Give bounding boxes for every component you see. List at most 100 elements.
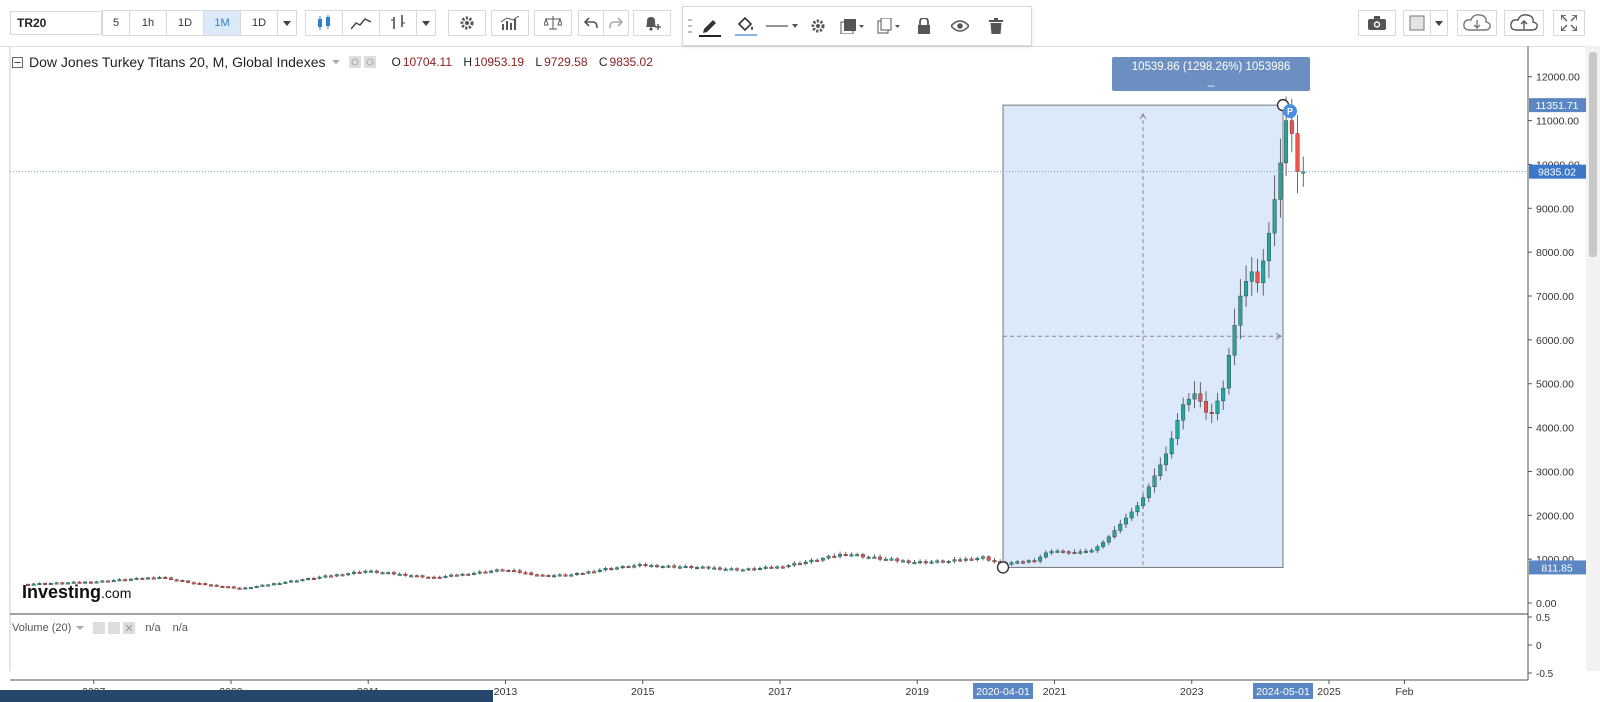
- candle[interactable]: [483, 570, 488, 574]
- candle[interactable]: [260, 584, 265, 587]
- candle[interactable]: [466, 573, 471, 576]
- candle[interactable]: [163, 575, 168, 579]
- candle[interactable]: [517, 568, 522, 574]
- candle[interactable]: [369, 569, 374, 573]
- candle[interactable]: [655, 563, 659, 568]
- candle[interactable]: [186, 580, 191, 584]
- candle[interactable]: [329, 574, 334, 578]
- candle[interactable]: [969, 556, 974, 562]
- volume-settings-icons[interactable]: [93, 621, 137, 635]
- volume-title[interactable]: Volume (20): [12, 622, 71, 634]
- candle[interactable]: [123, 578, 128, 582]
- candle[interactable]: [780, 565, 785, 569]
- candle[interactable]: [666, 564, 671, 569]
- candle[interactable]: [929, 559, 934, 565]
- candle[interactable]: [340, 573, 345, 577]
- candle[interactable]: [597, 568, 602, 573]
- candle[interactable]: [717, 565, 722, 571]
- candle[interactable]: [208, 583, 213, 587]
- candle[interactable]: [632, 563, 637, 569]
- candle[interactable]: [231, 585, 236, 589]
- candle[interactable]: [923, 559, 928, 565]
- candle[interactable]: [128, 577, 133, 581]
- chevron-down-icon[interactable]: [331, 59, 341, 65]
- candle[interactable]: [637, 562, 642, 568]
- candle[interactable]: [317, 575, 322, 580]
- candle[interactable]: [494, 568, 499, 573]
- candle[interactable]: [146, 576, 151, 580]
- candle[interactable]: [512, 568, 517, 573]
- candle[interactable]: [380, 571, 385, 575]
- candle[interactable]: [168, 576, 173, 581]
- candle[interactable]: [872, 554, 877, 559]
- candle[interactable]: [289, 579, 293, 583]
- candle[interactable]: [792, 561, 797, 567]
- candle[interactable]: [609, 566, 614, 571]
- candle[interactable]: [432, 575, 436, 579]
- candle[interactable]: [580, 572, 585, 575]
- candle[interactable]: [826, 554, 831, 560]
- candle[interactable]: [140, 577, 145, 580]
- candle[interactable]: [683, 564, 688, 569]
- candle[interactable]: [214, 584, 219, 587]
- candle[interactable]: [249, 586, 253, 590]
- candle[interactable]: [506, 569, 511, 572]
- candle[interactable]: [477, 570, 482, 575]
- candle[interactable]: [151, 576, 156, 580]
- candle[interactable]: [557, 573, 562, 577]
- candle[interactable]: [712, 565, 717, 570]
- candle[interactable]: [963, 556, 968, 563]
- chevron-down-icon[interactable]: [75, 625, 85, 631]
- candle[interactable]: [397, 572, 402, 576]
- candle[interactable]: [775, 565, 780, 570]
- candle[interactable]: [757, 566, 762, 571]
- candle[interactable]: [454, 573, 459, 577]
- candle[interactable]: [620, 565, 625, 570]
- candle[interactable]: [912, 560, 917, 565]
- price-chart[interactable]: P 12000.0011000.0010000.009000.008000.00…: [0, 0, 1600, 702]
- candle[interactable]: [283, 581, 288, 584]
- candle[interactable]: [323, 574, 328, 579]
- candle[interactable]: [197, 582, 202, 585]
- candle[interactable]: [1295, 114, 1300, 194]
- candle[interactable]: [820, 556, 825, 563]
- candle[interactable]: [958, 557, 963, 562]
- candle[interactable]: [443, 574, 448, 579]
- candle[interactable]: [981, 555, 985, 561]
- candle[interactable]: [346, 572, 351, 576]
- candle[interactable]: [660, 565, 665, 569]
- candle[interactable]: [832, 553, 837, 559]
- candle[interactable]: [975, 556, 980, 562]
- candle[interactable]: [906, 559, 911, 565]
- candle[interactable]: [311, 576, 316, 580]
- candle[interactable]: [763, 565, 768, 570]
- candle[interactable]: [586, 570, 591, 575]
- scrollbar-thumb[interactable]: [1589, 52, 1597, 257]
- candle[interactable]: [735, 567, 740, 572]
- candle[interactable]: [552, 573, 557, 578]
- candle[interactable]: [294, 579, 299, 583]
- candle[interactable]: [306, 577, 311, 581]
- candle[interactable]: [689, 564, 694, 570]
- candle[interactable]: [838, 551, 843, 559]
- candle[interactable]: [460, 573, 465, 577]
- candle[interactable]: [134, 577, 139, 581]
- candle[interactable]: [277, 582, 282, 586]
- candle[interactable]: [615, 566, 619, 571]
- candle[interactable]: [203, 582, 208, 586]
- candle[interactable]: [420, 574, 425, 579]
- candle[interactable]: [237, 587, 242, 590]
- candle[interactable]: [843, 551, 848, 557]
- candle[interactable]: [935, 559, 940, 564]
- candle[interactable]: [414, 574, 419, 578]
- candle[interactable]: [391, 570, 396, 576]
- candle[interactable]: [540, 573, 545, 577]
- collapse-icon[interactable]: [12, 56, 23, 68]
- candle[interactable]: [992, 557, 997, 564]
- candle[interactable]: [729, 567, 734, 571]
- candle[interactable]: [809, 558, 814, 565]
- candle[interactable]: [254, 585, 259, 588]
- candle[interactable]: [546, 574, 551, 578]
- candle[interactable]: [883, 556, 888, 561]
- candle[interactable]: [117, 578, 122, 582]
